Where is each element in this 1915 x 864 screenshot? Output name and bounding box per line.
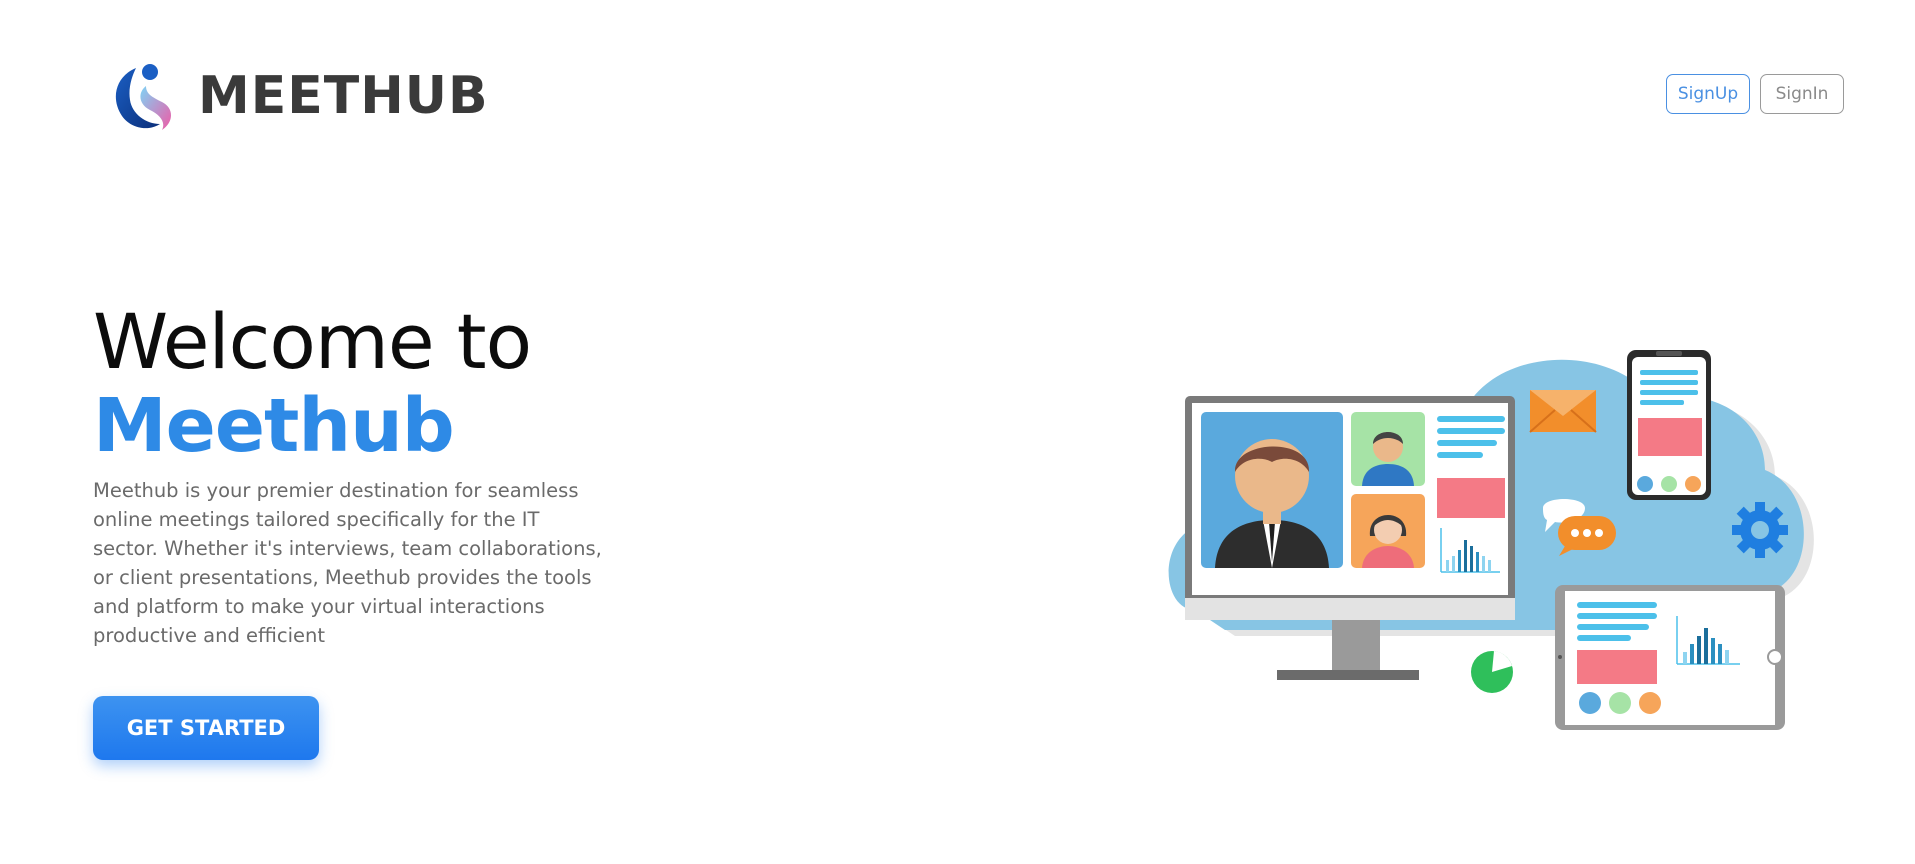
phone-device [1627, 350, 1711, 500]
brand-name: MEETHUB [198, 65, 489, 126]
tablet-device [1555, 585, 1785, 730]
hero-title-brand: Meethub [93, 383, 455, 469]
envelope-icon [1529, 390, 1597, 433]
meethub-logo-icon [115, 64, 171, 130]
hero-description: Meethub is your premier destination for … [93, 479, 602, 647]
online-meeting-illustration [1168, 350, 1814, 730]
hero-title-welcome: Welcome to [93, 297, 532, 386]
site-header: MEETHUB SignUp SignIn [0, 0, 1915, 190]
signin-button[interactable]: SignIn [1760, 74, 1844, 114]
get-started-button[interactable]: GET STARTED [93, 696, 319, 760]
auth-buttons: SignUp SignIn [1666, 74, 1844, 114]
pie-chart-icon [1471, 651, 1513, 693]
hero-section: Welcome to Meethub Meethub is your premi… [93, 300, 653, 650]
monitor [1185, 396, 1515, 680]
brand-logo[interactable]: MEETHUB [108, 58, 489, 133]
signup-button[interactable]: SignUp [1666, 74, 1750, 114]
gear-icon [1732, 502, 1788, 558]
